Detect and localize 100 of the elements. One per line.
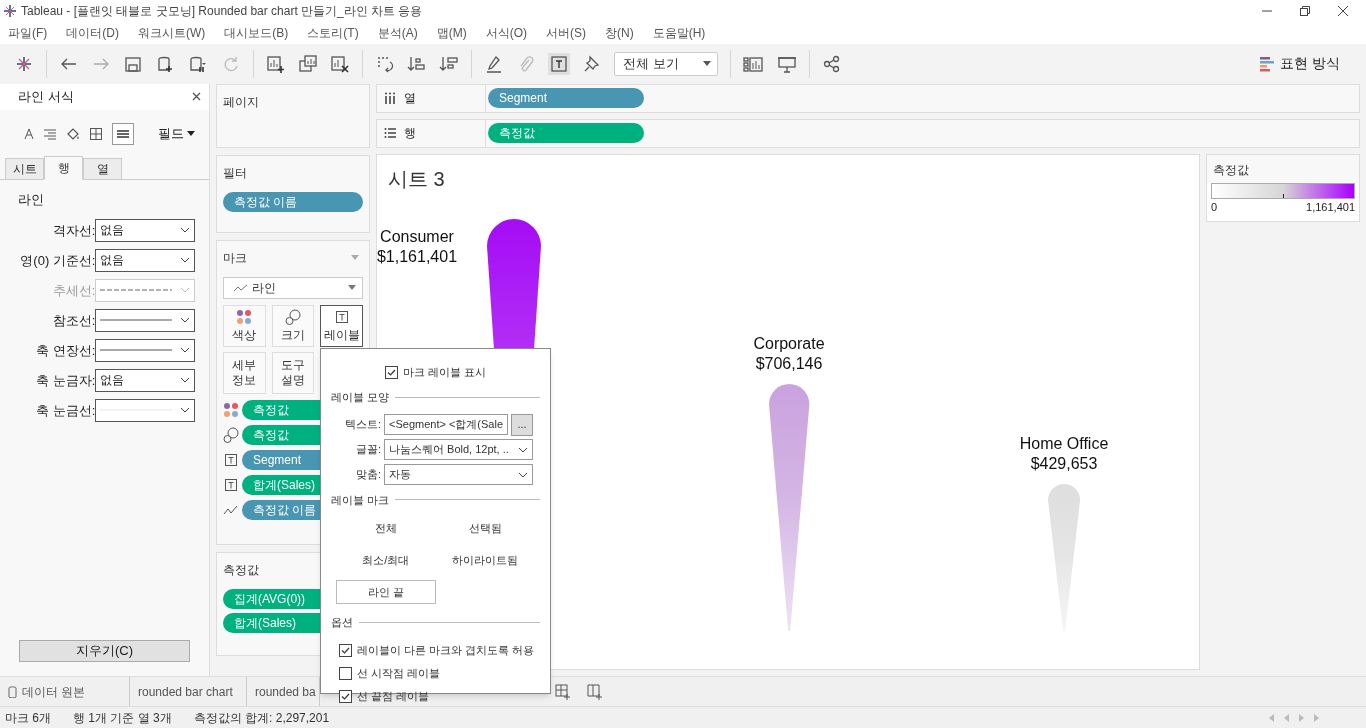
alignment-dropdown[interactable]: 자동 — [384, 464, 533, 485]
field-label: 추세선: — [51, 281, 96, 300]
label-marks-option[interactable]: 라인 끝 — [336, 580, 436, 604]
columns-icon — [384, 91, 397, 105]
status-text: 측정값의 합계: 2,297,201 — [193, 709, 330, 727]
line-style-dropdown[interactable] — [95, 398, 195, 422]
mark-property-button[interactable]: 도구 설명 — [271, 351, 315, 394]
data-label: Consumer $1,161,401 — [375, 226, 459, 267]
mark-property-button[interactable]: 색상 — [223, 304, 266, 347]
menu-item[interactable]: 파일(F) — [8, 23, 48, 42]
edit-text-button[interactable]: ... — [511, 413, 533, 436]
chevron-down-icon — [180, 347, 190, 354]
view-size-dropdown[interactable]: 전체 보기 — [614, 51, 718, 76]
menu-item[interactable]: 스토리(T) — [307, 23, 359, 42]
new-dashboard-icon[interactable] — [587, 683, 603, 700]
font-icon[interactable] — [24, 127, 34, 140]
size-circles-icon — [223, 426, 239, 443]
chevron-down-icon — [180, 407, 190, 414]
text-label-icon — [333, 308, 350, 325]
shading-icon[interactable] — [66, 126, 80, 141]
clear-sheet-icon[interactable] — [330, 53, 350, 74]
mark-property-button[interactable]: 크기 — [271, 304, 315, 347]
format-tab[interactable]: 시트 — [5, 157, 44, 180]
menu-item[interactable]: 대시보드(B) — [224, 23, 289, 42]
mark-property-button[interactable]: 레이블 — [320, 304, 363, 347]
format-tab[interactable]: 열 — [83, 157, 122, 180]
label-text-field[interactable]: <Segment> <합계(Sale — [384, 414, 508, 435]
checkbox-label: 마크 레이블 표시 — [402, 364, 487, 380]
line-style-dropdown[interactable] — [95, 308, 195, 332]
field-label: 격자선: — [51, 221, 96, 240]
checkbox[interactable] — [339, 643, 352, 657]
checkbox[interactable] — [384, 365, 398, 379]
menu-item[interactable]: 데이터(D) — [66, 23, 119, 42]
data-label: Home Office $429,653 — [1018, 433, 1110, 474]
size-circles-icon — [285, 308, 301, 325]
borders-icon[interactable] — [90, 127, 102, 140]
dropdown-caret-icon — [348, 285, 356, 291]
card-title: 측정값 — [223, 561, 259, 579]
chevron-down-icon — [180, 317, 190, 324]
field-label: 맞춤: — [354, 467, 381, 483]
close-icon[interactable] — [1337, 4, 1349, 17]
chevron-down-icon — [180, 257, 190, 264]
chevron-down-icon — [180, 377, 190, 384]
card-title: 마크 — [223, 249, 247, 267]
checkbox-label: 레이블이 다른 마크와 겹치도록 허용 — [357, 642, 535, 658]
field-label: 참조선: — [51, 311, 96, 330]
field-label: 글꼴: — [354, 442, 381, 458]
restore-icon[interactable] — [1299, 4, 1311, 17]
mark-type-dropdown[interactable]: 라인 — [223, 276, 363, 299]
menu-item[interactable]: 분석(A) — [377, 23, 418, 42]
share-icon[interactable] — [822, 53, 842, 74]
legend-title: 측정값 — [1212, 161, 1250, 179]
menu-item[interactable]: 서식(O) — [485, 23, 527, 42]
checkbox[interactable] — [339, 666, 352, 680]
database-icon — [8, 685, 17, 698]
chevron-down-icon — [180, 227, 190, 234]
color-dots-icon — [236, 308, 253, 325]
show-me-icon[interactable] — [1260, 55, 1275, 72]
checkbox-label: 선 시작점 레이블 — [357, 665, 441, 681]
line-style-dropdown[interactable] — [95, 338, 195, 362]
menu-item[interactable]: 워크시트(W) — [138, 23, 206, 42]
field-label: 축 눈금선: — [35, 401, 96, 420]
section-title: 레이블 모양 — [331, 390, 390, 405]
line-style-dropdown[interactable]: 없음 — [95, 248, 195, 272]
status-text: 마크 6개 — [5, 709, 51, 727]
new-worksheet-icon[interactable] — [266, 53, 286, 74]
section-title: 레이블 마크 — [331, 492, 390, 508]
dropdown-caret-icon — [703, 61, 711, 67]
app-logo-icon — [3, 3, 17, 18]
line-style-dropdown[interactable]: 없음 — [95, 368, 195, 392]
color-dots-icon — [223, 401, 239, 418]
line-sample-icon — [100, 348, 173, 353]
chevron-down-icon — [518, 471, 528, 478]
show-labels-icon[interactable] — [548, 52, 570, 75]
show-me-button[interactable]: 표현 방식 — [1280, 53, 1340, 75]
label-marks-option[interactable]: 최소/최대 — [336, 548, 436, 572]
label-marks-option[interactable]: 하이라이트됨 — [435, 548, 535, 572]
menu-item[interactable]: 도움말(H) — [652, 23, 706, 42]
label-marks-option[interactable]: 전체 — [336, 516, 436, 540]
menu-item[interactable]: 맵(M) — [436, 23, 467, 42]
text-label-icon — [223, 451, 239, 468]
pin-icon[interactable] — [582, 53, 602, 74]
format-tab[interactable]: 행 — [44, 155, 83, 180]
mark-property-button[interactable]: 세부 정보 — [223, 351, 266, 394]
pane-title: 라인 서식 — [18, 88, 74, 106]
lines-icon[interactable] — [112, 122, 134, 145]
menu-item[interactable]: 창(N) — [605, 23, 634, 42]
line-style-dropdown[interactable]: 없음 — [95, 218, 195, 242]
fields-dropdown[interactable]: 필드 — [158, 124, 195, 144]
duplicate-sheet-icon[interactable] — [298, 53, 318, 74]
label-marks-option[interactable]: 선택됨 — [435, 516, 535, 540]
close-icon[interactable] — [192, 92, 201, 102]
new-worksheet-icon[interactable] — [555, 683, 571, 700]
font-dropdown[interactable]: 나눔스퀘어 Bold, 12pt, .. — [384, 439, 533, 460]
checkbox[interactable] — [339, 689, 352, 703]
menu-item[interactable]: 서버(S) — [546, 23, 586, 42]
window-title: Tableau - [플랜잇 태블로 굿모닝] Rounded bar chart 만들기_라인 차트 응용 — [21, 2, 423, 20]
data-label: Corporate $706,146 — [752, 333, 826, 374]
line-chart-icon — [234, 283, 248, 292]
clear-button[interactable]: 지우기(C) — [19, 640, 190, 663]
